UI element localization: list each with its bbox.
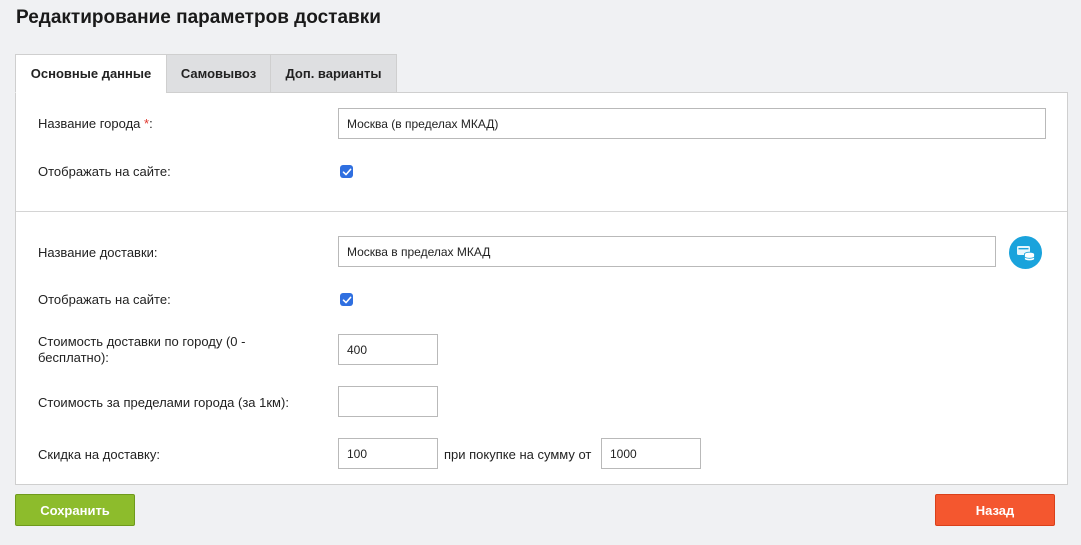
check-icon [342,168,351,175]
city-name-label: Название города *: [38,116,153,132]
city-name-label-suffix: : [149,116,153,131]
tab-main-data[interactable]: Основные данные [15,54,166,93]
discount-label: Скидка на доставку: [38,447,160,462]
min-sum-label: при покупке на сумму от [444,447,592,462]
tab-extra-options[interactable]: Доп. варианты [270,54,397,93]
outside-cost-label: Стоимость за пределами города (за 1км): [38,395,289,410]
section-divider [16,211,1067,212]
city-show-label: Отображать на сайте: [38,164,171,179]
delivery-show-checkbox[interactable] [340,293,353,306]
min-sum-input[interactable] [601,438,701,469]
city-cost-input[interactable] [338,334,438,365]
database-icon-glyph [1016,245,1035,261]
check-icon [342,296,351,303]
city-cost-label: Стоимость доставки по городу (0 - беспла… [38,334,246,365]
form-panel: Название города *: Отображать на сайте: … [15,92,1068,485]
page-title: Редактирование параметров доставки [16,7,381,28]
tab-pickup[interactable]: Самовывоз [166,54,270,93]
back-button[interactable]: Назад [935,494,1055,526]
database-icon[interactable] [1009,236,1042,269]
city-name-input[interactable] [338,108,1046,139]
delivery-name-label: Название доставки: [38,245,158,260]
discount-input[interactable] [338,438,438,469]
outside-cost-input[interactable] [338,386,438,417]
save-button[interactable]: Сохранить [15,494,135,526]
city-show-checkbox[interactable] [340,165,353,178]
city-name-label-text: Название города [38,116,144,131]
delivery-show-label: Отображать на сайте: [38,292,171,307]
tab-bar: Основные данные Самовывоз Доп. варианты [15,54,397,93]
delivery-name-input[interactable] [338,236,996,267]
